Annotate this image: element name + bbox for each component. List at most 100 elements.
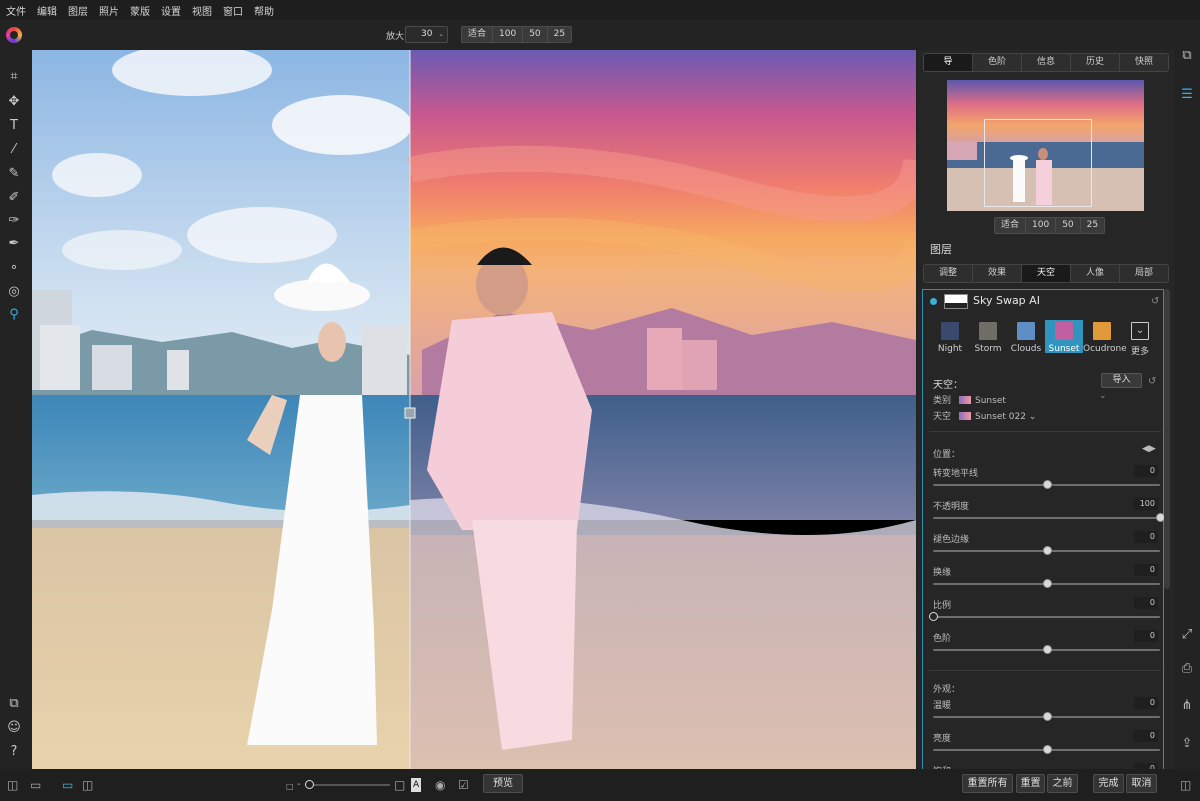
brush-size-thumb[interactable]: [305, 780, 314, 789]
slider-value[interactable]: 0: [1134, 597, 1158, 609]
print-icon[interactable]: ⎙: [1178, 660, 1196, 678]
tab-navigator[interactable]: 导: [924, 54, 973, 71]
panel-toggle-icon[interactable]: ◫: [7, 778, 18, 792]
reset-button[interactable]: 重置: [1016, 774, 1045, 793]
nav-zoom-fit-button[interactable]: 适合: [994, 217, 1026, 234]
share-icon[interactable]: ⋔: [1178, 697, 1196, 715]
tab-snapshots[interactable]: 快照: [1120, 54, 1168, 71]
import-sky-button[interactable]: 导入: [1101, 373, 1142, 388]
brush-tool-icon[interactable]: ✎: [5, 165, 23, 183]
reset-all-button[interactable]: 重置所有: [962, 774, 1013, 793]
slider-value[interactable]: 100: [1134, 498, 1158, 510]
preset-night[interactable]: Night: [931, 320, 969, 354]
navigator-thumbnail[interactable]: [947, 80, 1144, 211]
fingerprint-icon[interactable]: ◎: [5, 283, 23, 301]
single-view-icon[interactable]: ▭: [62, 778, 73, 792]
browse-icon[interactable]: ⧉: [1178, 47, 1196, 65]
photo-canvas[interactable]: [32, 50, 916, 769]
zoom-dropdown[interactable]: 30 ⌄: [405, 26, 448, 43]
zoom-fit-button[interactable]: 适合: [461, 26, 493, 43]
menu-file[interactable]: 文件: [6, 3, 26, 18]
zoom-hand-tool-icon[interactable]: ⚲: [5, 306, 23, 324]
move-tool-icon[interactable]: ✥: [5, 93, 23, 111]
preset-sunset[interactable]: Sunset: [1045, 320, 1083, 354]
preset-storm[interactable]: Storm: [969, 320, 1007, 354]
tab-info[interactable]: 信息: [1022, 54, 1071, 71]
help-icon[interactable]: ?: [5, 743, 23, 761]
text-tool-icon[interactable]: T: [5, 117, 23, 135]
menu-layer[interactable]: 图层: [68, 3, 88, 18]
slider-thumb[interactable]: [1042, 712, 1052, 721]
crop-tool-icon[interactable]: ⌗: [5, 68, 23, 86]
split-view-icon[interactable]: ◫: [82, 778, 93, 792]
minus-icon[interactable]: -: [297, 778, 301, 792]
panel-scrollbar[interactable]: [1164, 289, 1170, 589]
menu-edit[interactable]: 编辑: [37, 3, 57, 18]
layers-tool-icon[interactable]: ⧉: [5, 695, 23, 713]
nav-zoom-100-button[interactable]: 100: [1025, 217, 1056, 234]
tab-local[interactable]: 局部: [1120, 265, 1168, 282]
mask-circle-icon[interactable]: ◉: [435, 778, 445, 792]
resize-ai-icon[interactable]: ⤢: [1178, 626, 1196, 644]
sky-row[interactable]: 天空 Sunset 022 ⌄: [933, 409, 1036, 422]
tab-levels[interactable]: 色阶: [973, 54, 1022, 71]
preset-more[interactable]: ⌄ 更多: [1121, 320, 1159, 357]
tab-portrait[interactable]: 人像: [1071, 265, 1120, 282]
slider-thumb[interactable]: [929, 612, 938, 621]
slider-track[interactable]: [933, 616, 1160, 618]
preview-button[interactable]: 预览: [483, 774, 523, 793]
clone-tool-icon[interactable]: ✐: [5, 189, 23, 207]
menu-view[interactable]: 视图: [192, 3, 212, 18]
nav-zoom-25-button[interactable]: 25: [1079, 217, 1106, 234]
export-icon[interactable]: ⇪: [1178, 735, 1196, 753]
slider-value[interactable]: 0: [1134, 697, 1158, 709]
brush-size-slider[interactable]: [305, 780, 390, 789]
zoom-25-button[interactable]: 25: [546, 26, 573, 43]
menu-help[interactable]: 帮助: [254, 3, 274, 18]
sidebar-toggle-icon[interactable]: ◫: [1180, 778, 1191, 792]
slider-thumb[interactable]: [1042, 745, 1052, 754]
tab-effects[interactable]: 效果: [973, 265, 1022, 282]
preset-ocudrone[interactable]: Ocudrone: [1083, 320, 1127, 354]
menu-window[interactable]: 窗口: [223, 3, 243, 18]
tab-sky[interactable]: 天空: [1022, 265, 1071, 282]
before-button[interactable]: 之前: [1047, 774, 1078, 793]
navigator-view-rectangle[interactable]: [984, 119, 1092, 207]
slider-value[interactable]: 0: [1134, 531, 1158, 543]
shape-tool-icon[interactable]: ∘: [5, 259, 23, 277]
magic-wand-icon[interactable]: ⁄: [5, 141, 23, 159]
nav-zoom-50-button[interactable]: 50: [1055, 217, 1080, 234]
edit-sliders-icon[interactable]: ☰: [1178, 86, 1196, 104]
retouch-tool-icon[interactable]: ✑: [5, 212, 23, 230]
done-button[interactable]: 完成: [1093, 774, 1124, 793]
slider-value[interactable]: 0: [1134, 730, 1158, 742]
cancel-button[interactable]: 取消: [1126, 774, 1157, 793]
zoom-100-button[interactable]: 100: [492, 26, 523, 43]
category-row[interactable]: 类别 Sunset: [933, 393, 1006, 406]
slider-track[interactable]: [933, 517, 1160, 519]
compare-arrows-icon[interactable]: ◀▶: [1142, 444, 1156, 454]
slider-thumb[interactable]: [1042, 645, 1052, 654]
layer-visibility-dot[interactable]: [930, 298, 937, 305]
tab-adjust[interactable]: 调整: [924, 265, 973, 282]
reset-layer-icon[interactable]: ↺: [1151, 296, 1159, 307]
mask-brush-icon[interactable]: ✒: [5, 235, 23, 253]
preset-clouds[interactable]: Clouds: [1007, 320, 1045, 354]
menu-settings[interactable]: 设置: [161, 3, 181, 18]
reset-sky-icon[interactable]: ↺: [1148, 376, 1156, 387]
slider-value[interactable]: 0: [1134, 465, 1158, 477]
slider-value[interactable]: 0: [1134, 630, 1158, 642]
slider-thumb[interactable]: [1042, 480, 1052, 489]
user-icon[interactable]: ☺: [5, 719, 23, 737]
slider-thumb[interactable]: [1042, 579, 1052, 588]
slider-value[interactable]: 0: [1134, 564, 1158, 576]
zoom-50-button[interactable]: 50: [522, 26, 547, 43]
text-overlay-icon[interactable]: A: [411, 778, 422, 792]
slider-thumb[interactable]: [1042, 546, 1052, 555]
monitor-icon[interactable]: ▭: [30, 778, 41, 792]
category-chevron-icon[interactable]: ⌄: [1099, 391, 1107, 401]
tab-history[interactable]: 历史: [1071, 54, 1120, 71]
menu-mask[interactable]: 蒙版: [130, 3, 150, 18]
menu-photo[interactable]: 照片: [99, 3, 119, 18]
check-box-icon[interactable]: ☑: [458, 778, 469, 792]
